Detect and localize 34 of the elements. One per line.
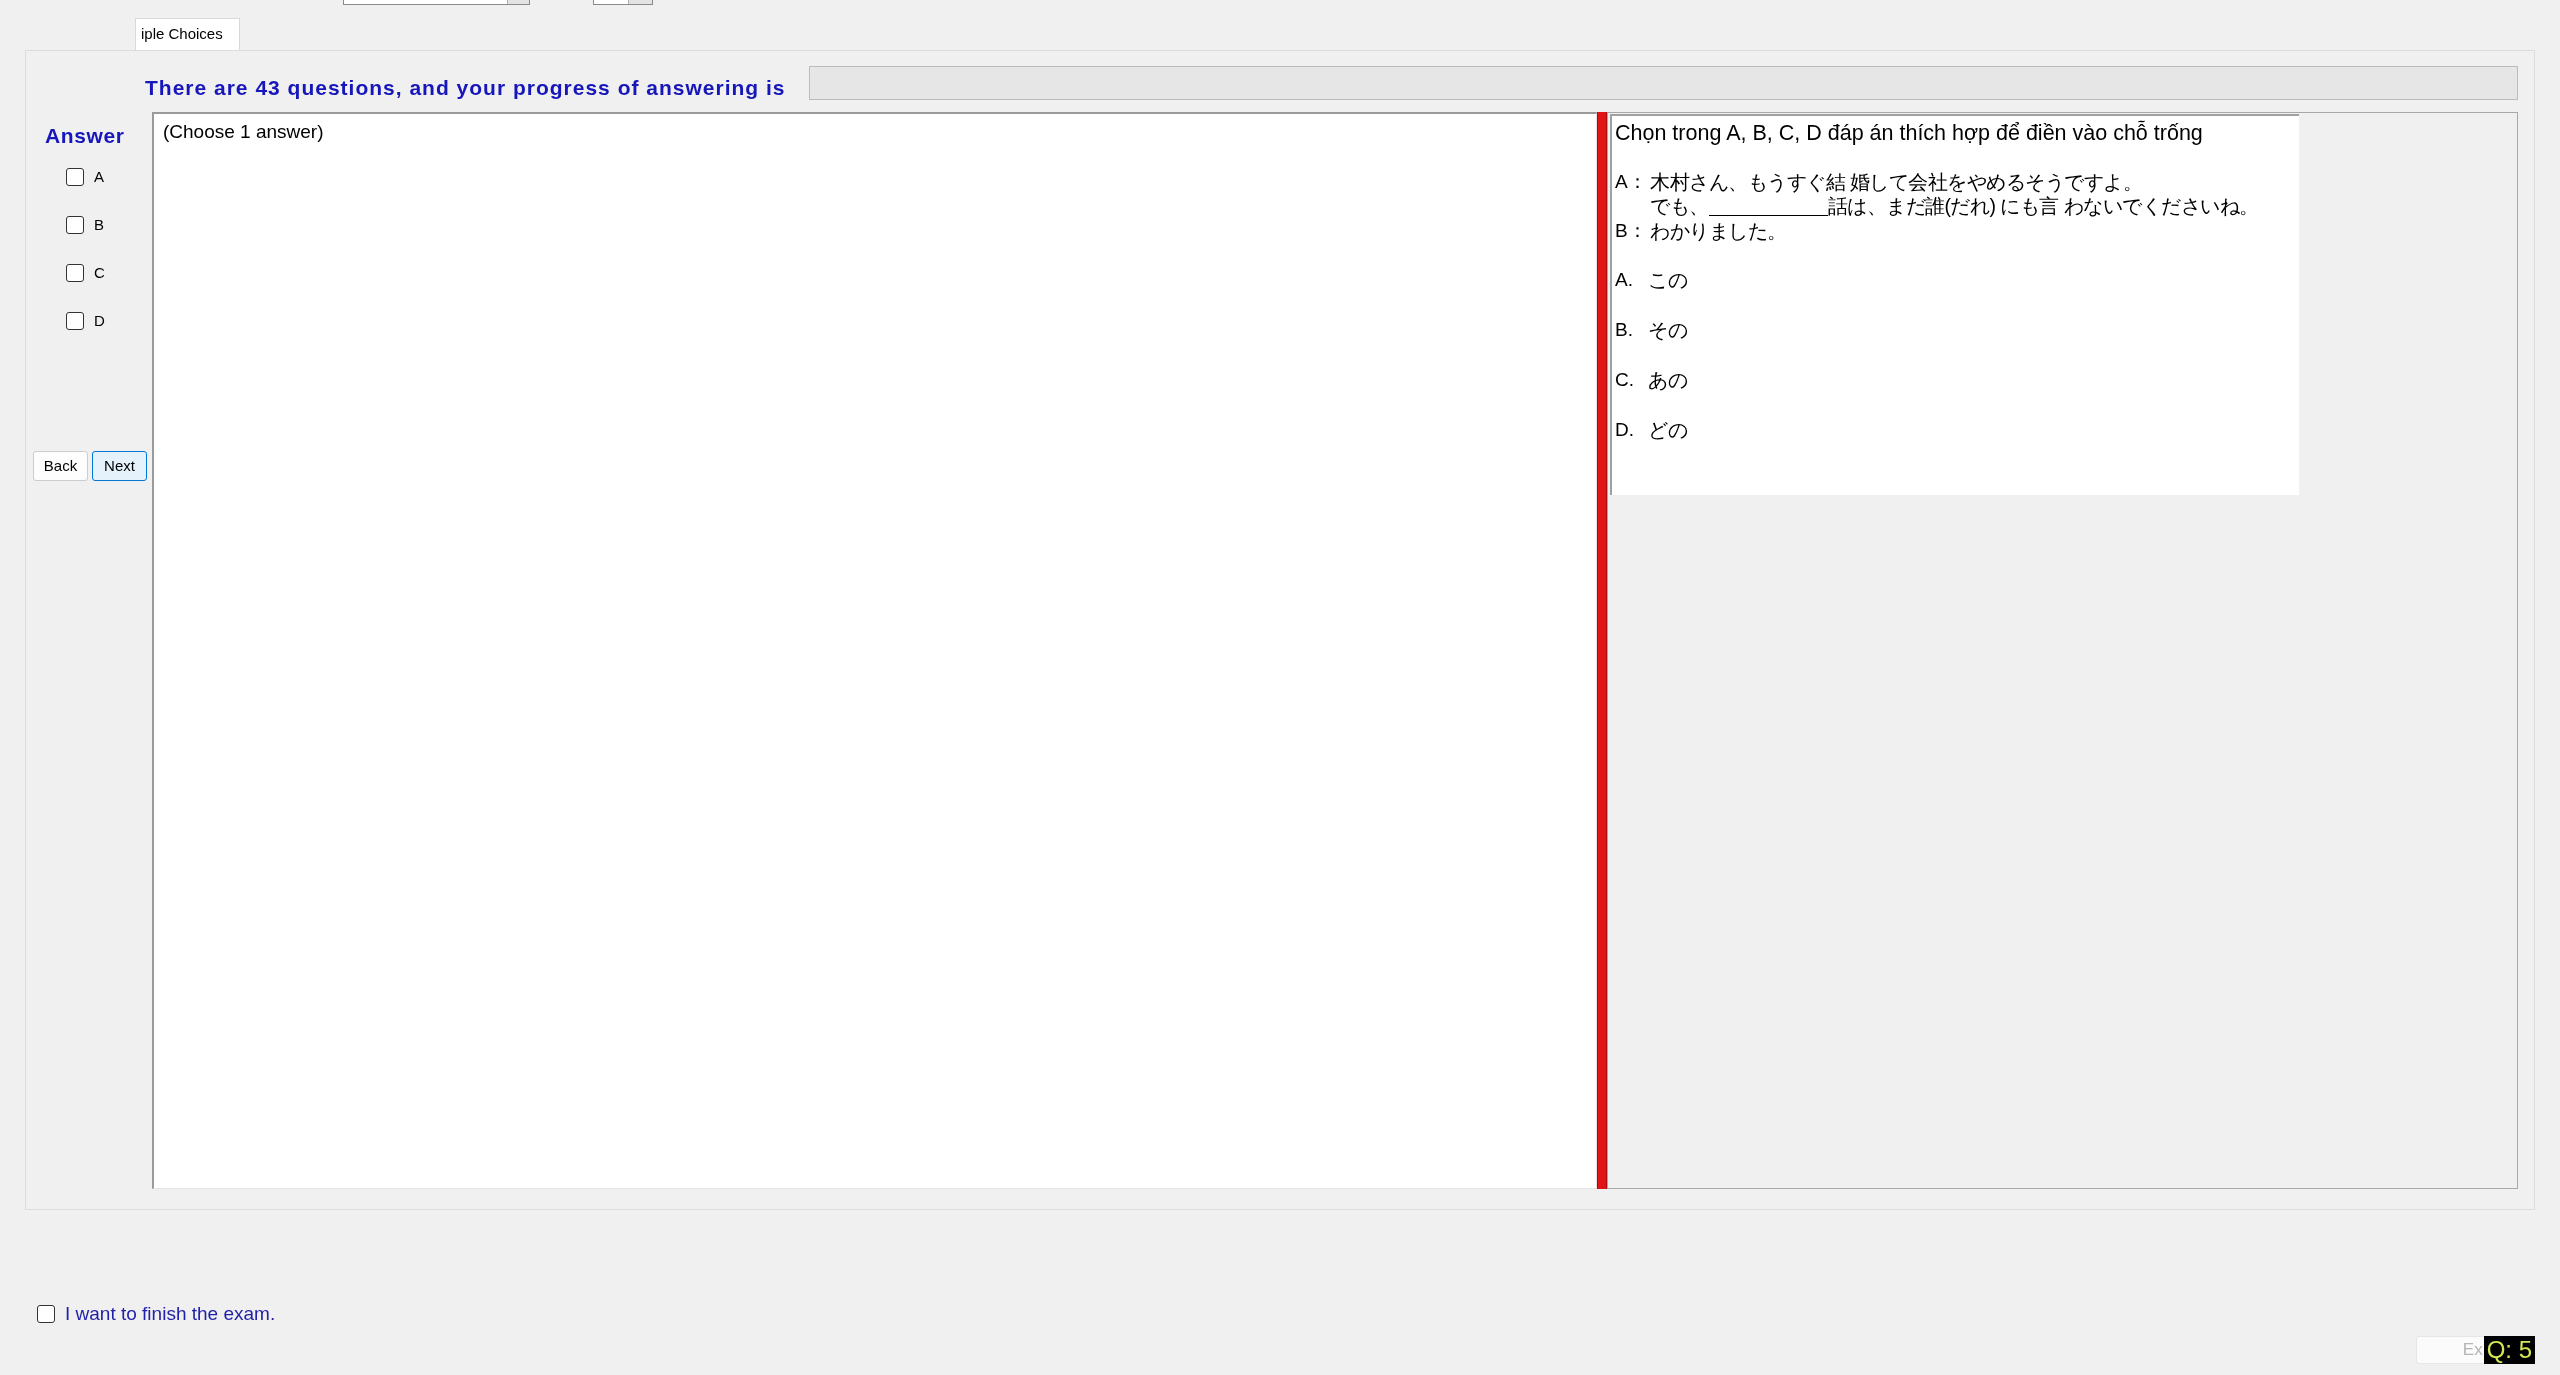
checkbox[interactable] — [66, 168, 84, 186]
checkbox[interactable] — [37, 1305, 55, 1323]
question-instruction: Chọn trong A, B, C, D đáp án thích hợp để điền vào chỗ trống — [1615, 120, 2203, 146]
checkbox-label: D — [94, 312, 105, 330]
choice-text: あの — [1648, 367, 1688, 393]
choice-text: その — [1648, 317, 1688, 343]
speaker-label: A： — [1615, 169, 1647, 194]
dialogue-text: 話は、まだ誰(だれ) にも言 わないでくださいね。 — [1827, 194, 2259, 218]
checkbox[interactable] — [66, 312, 84, 330]
checkbox-label: C — [94, 264, 105, 282]
checkbox-label: A — [94, 168, 104, 186]
choice-text: どの — [1648, 417, 1688, 443]
speaker-label: B： — [1615, 218, 1647, 243]
finish-label: I want to finish the exam. — [65, 1303, 276, 1325]
nav-button[interactable]: Next — [92, 451, 147, 481]
tab[interactable]: iple Choices — [135, 18, 240, 50]
dropdown-field[interactable] — [593, 0, 653, 5]
checkbox[interactable] — [66, 264, 84, 282]
dialogue-text: 木村さん、もうすぐ結 婚して会社をやめるそうですよ。 — [1650, 169, 2143, 194]
choice-letter: C. — [1615, 367, 1635, 392]
dialogue-text: わかりました。 — [1650, 218, 1787, 243]
question-number-badge: Q: 5 — [2483, 1336, 2535, 1364]
choice-letter: A. — [1615, 267, 1634, 292]
dropdown-field[interactable] — [343, 0, 530, 5]
choice-letter: B. — [1615, 317, 1634, 342]
dialogue-text: でも、 — [1650, 194, 1709, 218]
progress-text: There are 43 questions, and your progress of answering is — [145, 76, 786, 100]
checkbox-label: B — [94, 216, 104, 234]
choice-text: この — [1648, 267, 1688, 293]
choice-letter: D. — [1615, 417, 1635, 442]
nav-button[interactable]: Back — [33, 451, 88, 481]
answer-hint: (Choose 1 answer) — [163, 121, 324, 142]
answer-heading: Answer — [45, 124, 125, 148]
checkbox[interactable] — [66, 216, 84, 234]
